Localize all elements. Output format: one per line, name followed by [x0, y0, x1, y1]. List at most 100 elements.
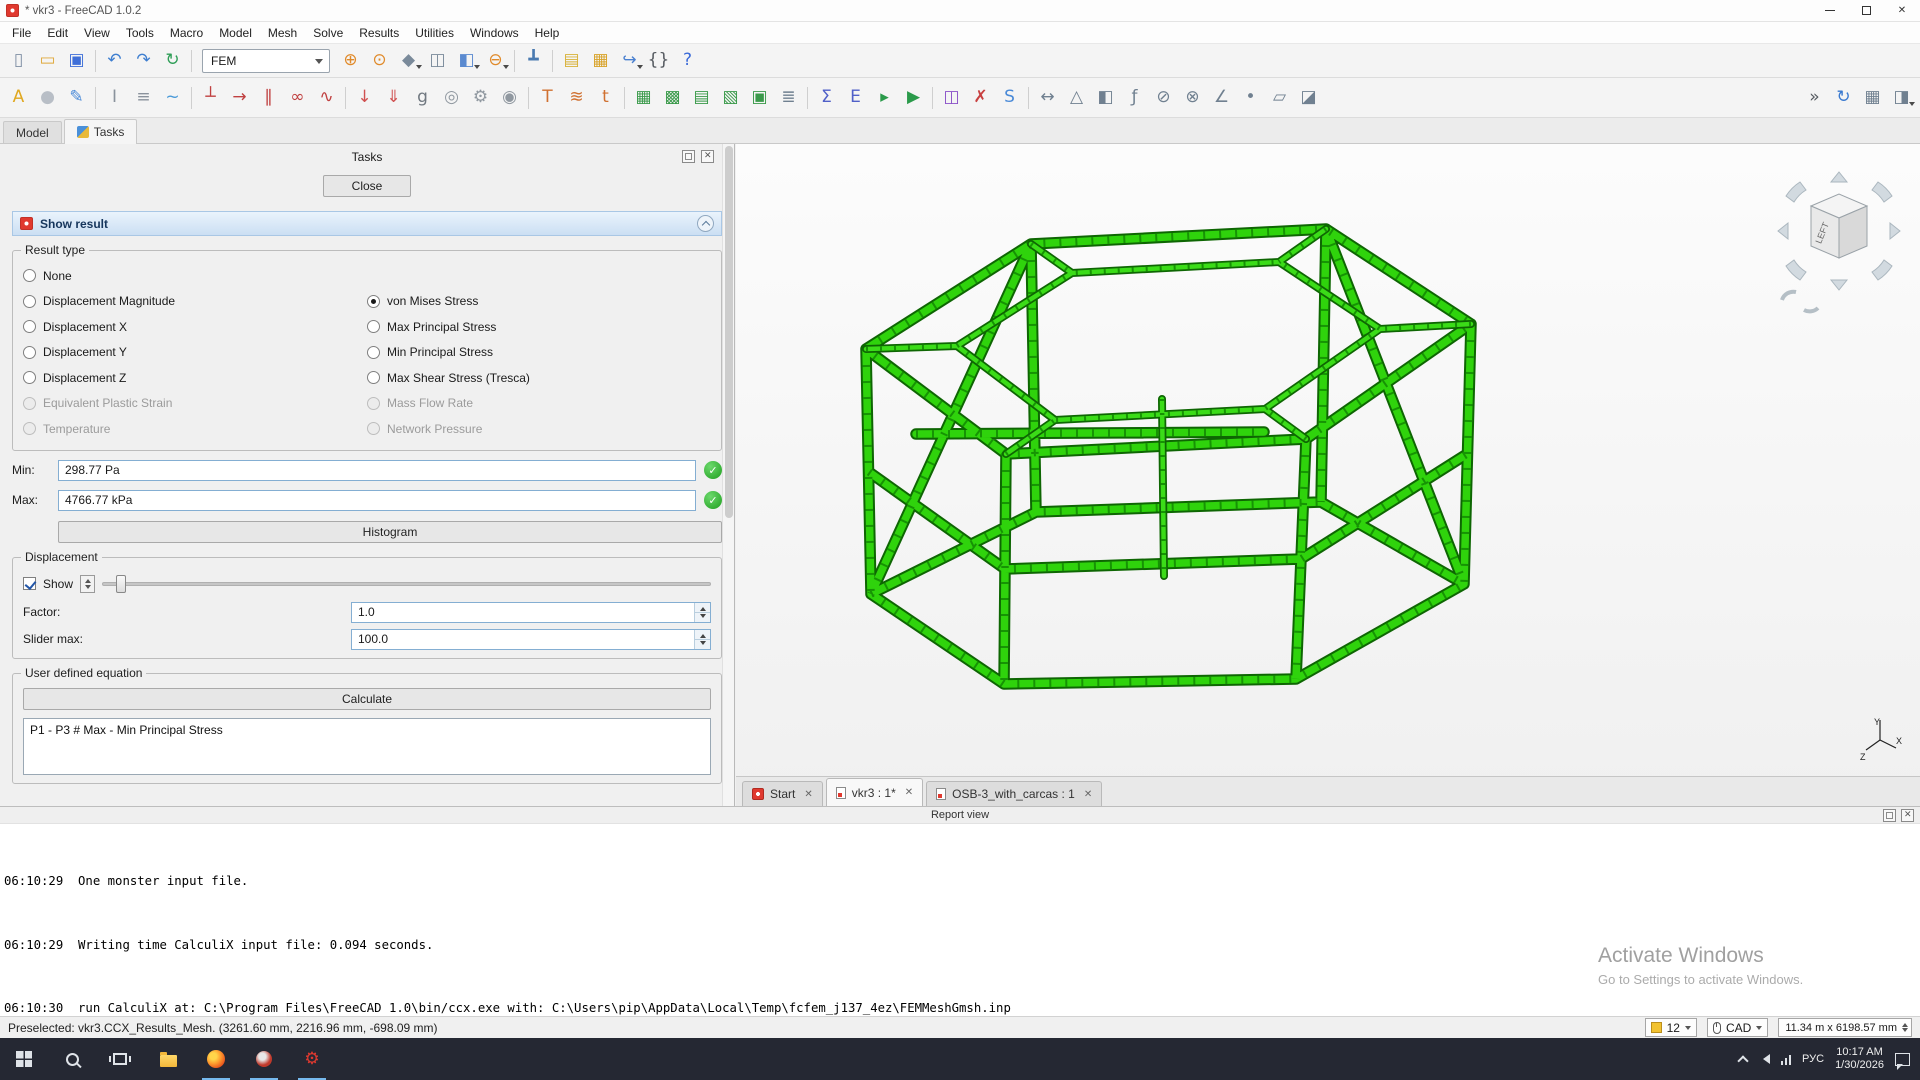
section-view-button[interactable]: ◨ — [1887, 83, 1916, 112]
fit-selection-button[interactable]: ⊙ — [365, 46, 394, 75]
menu-model[interactable]: Model — [211, 24, 260, 42]
start-button[interactable] — [0, 1038, 48, 1080]
action-center-icon[interactable] — [1895, 1053, 1910, 1066]
expression-editor-button[interactable]: {} — [644, 46, 673, 75]
calculate-button[interactable]: Calculate — [23, 688, 711, 710]
dimension-readout[interactable]: 11.34 m x 6198.57 mm — [1778, 1018, 1912, 1037]
fem-toggle-clip-button[interactable]: ◪ — [1294, 83, 1323, 112]
whats-this-button[interactable]: ? — [673, 46, 702, 75]
draw-style-button[interactable]: ◆ — [394, 46, 423, 75]
viewport-layout-button[interactable]: ◫ — [423, 46, 452, 75]
make-link-button[interactable]: ↪ — [615, 46, 644, 75]
fem-element-shell-button[interactable]: ≡ — [129, 83, 158, 112]
fem-constraint-force-button[interactable]: ↓ — [350, 83, 379, 112]
tab-close-icon[interactable] — [804, 789, 812, 800]
min-value-field[interactable]: 298.77 Pa — [58, 460, 696, 481]
fem-constraint-pulley-button[interactable]: ◉ — [495, 83, 524, 112]
fem-constraint-spring-button[interactable]: ∿ — [312, 83, 341, 112]
fem-post-clip-button[interactable]: ◧ — [1091, 83, 1120, 112]
close-button[interactable] — [1884, 0, 1920, 21]
mesh-display-button[interactable]: ▦ — [1858, 83, 1887, 112]
toolbar-separator[interactable] — [187, 83, 196, 112]
fem-solver-run-button[interactable]: ▶ — [899, 83, 928, 112]
spin-down-icon[interactable] — [695, 613, 710, 622]
menu-results[interactable]: Results — [351, 24, 407, 42]
menu-view[interactable]: View — [76, 24, 118, 42]
fem-material-solid-button[interactable]: ● — [33, 83, 62, 112]
tab-model[interactable]: Model — [3, 121, 62, 143]
navigation-cube[interactable]: LEFT — [1764, 162, 1914, 322]
fem-post-warp-button[interactable]: △ — [1062, 83, 1091, 112]
task-view-button[interactable] — [96, 1038, 144, 1080]
file-explorer-button[interactable] — [144, 1038, 192, 1080]
clock[interactable]: 10:17 AM 1/30/2026 — [1835, 1046, 1884, 1072]
toolbar-separator[interactable] — [928, 83, 937, 112]
task-close-button[interactable]: Close — [323, 175, 411, 197]
toolbar-separator[interactable] — [620, 83, 629, 112]
network-icon[interactable] — [1781, 1054, 1792, 1065]
create-part-button[interactable]: ▤ — [557, 46, 586, 75]
fem-constraint-self-weight-button[interactable]: g — [408, 83, 437, 112]
fem-constraint-temperature-button[interactable]: T — [533, 83, 562, 112]
tab-tasks[interactable]: Tasks — [64, 119, 138, 144]
scrollbar-thumb[interactable] — [725, 146, 733, 518]
zoom-tools-button[interactable]: ⊖ — [481, 46, 510, 75]
fem-mesh-gmsh-button[interactable]: ▦ — [629, 83, 658, 112]
menu-windows[interactable]: Windows — [462, 24, 527, 42]
show-displacement-checkbox[interactable] — [23, 577, 36, 590]
max-value-field[interactable]: 4766.77 kPa — [58, 490, 696, 511]
volume-icon[interactable] — [1758, 1054, 1770, 1064]
tab-vkr3[interactable]: vkr3 : 1* — [826, 778, 923, 806]
spin-up-icon[interactable] — [695, 630, 710, 640]
fem-post-cut-button[interactable]: ⊗ — [1178, 83, 1207, 112]
toolbar-separator[interactable] — [510, 46, 519, 75]
create-group-button[interactable]: ▦ — [586, 46, 615, 75]
radio-von-mises-stress[interactable]: von Mises Stress — [367, 289, 711, 315]
panel-close-icon[interactable] — [701, 150, 714, 163]
fem-solver-control-button[interactable]: ▸ — [870, 83, 899, 112]
fit-all-button[interactable]: ⊕ — [336, 46, 365, 75]
fem-mesh-refinement-button[interactable]: ▧ — [716, 83, 745, 112]
fem-mesh-info-button[interactable]: ≣ — [774, 83, 803, 112]
fem-element-beam-button[interactable]: I — [100, 83, 129, 112]
fem-post-function-button[interactable]: ƒ — [1120, 83, 1149, 112]
fem-constraint-contact-button[interactable]: ∥ — [254, 83, 283, 112]
search-button[interactable] — [48, 1038, 96, 1080]
menu-mesh[interactable]: Mesh — [260, 24, 305, 42]
menu-solve[interactable]: Solve — [305, 24, 351, 42]
workbench-selector[interactable]: FEM — [202, 49, 330, 73]
fem-constraint-displacement-button[interactable]: → — [225, 83, 254, 112]
tab-osb3[interactable]: OSB-3_with_carcas : 1 — [926, 781, 1102, 806]
fem-results-show-button[interactable]: ◫ — [937, 83, 966, 112]
radio-displacement-z[interactable]: Displacement Z — [23, 365, 367, 391]
equation-input[interactable]: P1 - P3 # Max - Min Principal Stress — [23, 718, 711, 775]
fem-mesh-model[interactable] — [736, 144, 1920, 776]
fem-constraint-bearing-button[interactable]: ◎ — [437, 83, 466, 112]
radio-mass-flow-rate[interactable]: Mass Flow Rate — [367, 391, 711, 417]
tab-start[interactable]: Start — [742, 781, 823, 806]
toolbar-separator[interactable] — [91, 83, 100, 112]
radio-max-shear-stress[interactable]: Max Shear Stress (Tresca) — [367, 365, 711, 391]
firefox-button[interactable] — [192, 1038, 240, 1080]
language-indicator[interactable]: РУС — [1802, 1053, 1824, 1065]
fem-constraint-heatflux-button[interactable]: ≋ — [562, 83, 591, 112]
fem-measure-linear-button[interactable]: ↔ — [1033, 83, 1062, 112]
fem-constraint-fixed-button[interactable]: ┴ — [196, 83, 225, 112]
toolbar-separator[interactable] — [548, 46, 557, 75]
toolbar-overflow-button[interactable]: » — [1800, 83, 1829, 112]
fem-material-editor-button[interactable]: ✎ — [62, 83, 91, 112]
standard-views-button[interactable]: ◧ — [452, 46, 481, 75]
spin-down-icon[interactable] — [695, 640, 710, 649]
displacement-stepper[interactable] — [80, 575, 95, 593]
menu-edit[interactable]: Edit — [39, 24, 76, 42]
tab-close-icon[interactable] — [905, 787, 913, 798]
histogram-button[interactable]: Histogram — [58, 521, 722, 543]
report-close-icon[interactable] — [1901, 809, 1914, 822]
fem-element-fluid-button[interactable]: ~ — [158, 83, 187, 112]
fem-constraint-initial-temperature-button[interactable]: t — [591, 83, 620, 112]
radio-max-principal-stress[interactable]: Max Principal Stress — [367, 314, 711, 340]
fem-post-scalar-clip-button[interactable]: ⊘ — [1149, 83, 1178, 112]
fem-post-line-plot-button[interactable]: ∠ — [1207, 83, 1236, 112]
slider-max-spinbox[interactable]: 100.0 — [351, 629, 711, 650]
factor-spinbox[interactable]: 1.0 — [351, 602, 711, 623]
